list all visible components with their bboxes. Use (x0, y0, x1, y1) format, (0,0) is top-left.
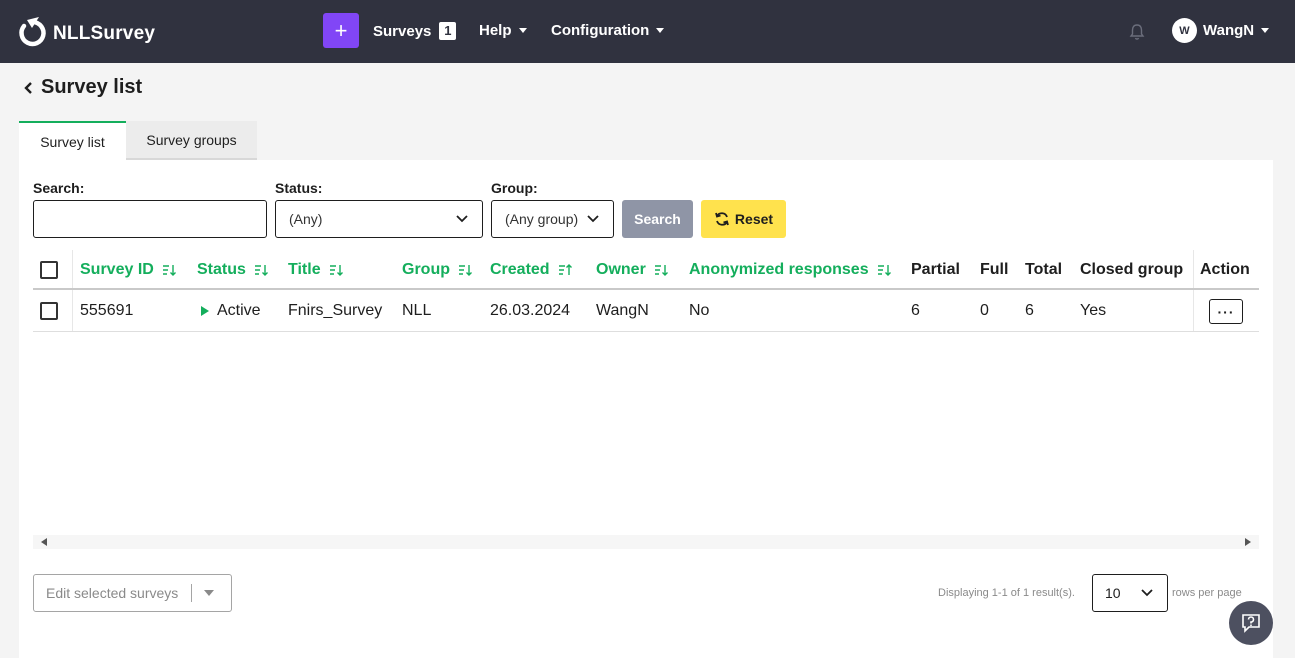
cell-owner: WangN (596, 302, 649, 319)
sort-ascending-icon (558, 264, 572, 275)
column-header-total: Total (1025, 261, 1063, 278)
column-header-partial: Partial (911, 261, 960, 278)
add-survey-button[interactable]: + (323, 13, 359, 48)
brand-name: NLLSurvey (53, 23, 156, 44)
surveys-menu[interactable]: Surveys 1 (373, 22, 457, 40)
status-label: Status: (275, 180, 323, 196)
mass-action-label: Edit selected surveys (46, 585, 179, 601)
column-header-closed-group: Closed group (1080, 261, 1184, 278)
search-label: Search: (33, 180, 85, 196)
divider (191, 584, 192, 602)
logo-icon (19, 17, 46, 47)
user-name: WangN (1203, 22, 1255, 39)
cell-created: 26.03.2024 (490, 302, 571, 319)
top-navbar: NLLSurvey + Surveys 1 Help Configuration… (0, 0, 1295, 63)
chevron-down-icon (456, 215, 468, 223)
cell-title[interactable]: Fnirs_Survey (288, 302, 382, 320)
column-header-anonymized[interactable]: Anonymized responses (689, 261, 891, 279)
column-header-full: Full (980, 261, 1009, 278)
cell-group: NLL (402, 302, 432, 319)
status-select-value: (Any) (289, 211, 323, 227)
sort-icon (254, 265, 268, 276)
chevron-down-icon (587, 215, 599, 223)
sort-icon (654, 265, 668, 276)
table-header-divider (33, 288, 1259, 290)
caret-down-icon (1261, 28, 1270, 33)
column-header-label: Title (288, 261, 321, 278)
column-header-label: Group (402, 261, 450, 278)
chevron-down-icon (1141, 589, 1153, 597)
status-text: Active (217, 302, 261, 319)
column-header-status[interactable]: Status (197, 261, 268, 279)
chevron-left-icon[interactable] (23, 81, 35, 95)
cell-status: Active (201, 302, 261, 320)
scroll-right-icon[interactable] (1245, 538, 1251, 546)
caret-down-icon (518, 28, 527, 33)
help-chat-button[interactable] (1229, 601, 1273, 645)
search-input[interactable] (33, 200, 267, 238)
group-select-value: (Any group) (505, 211, 579, 227)
column-header-label: Status (197, 261, 246, 278)
column-header-survey-id[interactable]: Survey ID (80, 261, 176, 279)
tab-survey-groups[interactable]: Survey groups (126, 121, 257, 160)
user-menu[interactable]: W WangN (1172, 18, 1270, 43)
rows-per-page-label: rows per page (1172, 587, 1242, 599)
column-header-action: Action (1200, 261, 1250, 278)
table-row-divider (33, 331, 1259, 332)
column-header-created[interactable]: Created (490, 261, 572, 279)
status-select[interactable]: (Any) (275, 200, 483, 238)
group-select[interactable]: (Any group) (491, 200, 614, 238)
help-label: Help (479, 22, 512, 39)
surveys-label: Surveys (373, 22, 432, 40)
avatar: W (1172, 18, 1197, 43)
cell-full: 0 (980, 302, 989, 319)
row-action-button[interactable]: ··· (1209, 299, 1243, 324)
search-button[interactable]: Search (622, 200, 693, 238)
cell-survey-id[interactable]: 555691 (80, 302, 133, 320)
scroll-left-icon[interactable] (41, 538, 47, 546)
sort-icon (459, 265, 472, 276)
column-header-group[interactable]: Group (402, 261, 472, 279)
refresh-icon (715, 212, 729, 226)
column-header-owner[interactable]: Owner (596, 261, 668, 279)
cell-partial: 6 (911, 302, 920, 319)
cell-closed-group: Yes (1080, 302, 1107, 319)
page-size-value: 10 (1105, 585, 1121, 601)
caret-down-icon (656, 28, 665, 33)
column-divider (72, 250, 73, 332)
mass-action-dropdown[interactable]: Edit selected surveys (33, 574, 232, 612)
configuration-label: Configuration (551, 22, 650, 39)
help-menu[interactable]: Help (479, 22, 527, 39)
group-label: Group: (491, 180, 538, 196)
page-title-text: Survey list (41, 76, 143, 98)
caret-down-icon (204, 590, 214, 596)
sort-icon (329, 265, 343, 276)
tab-survey-list[interactable]: Survey list (19, 121, 126, 160)
reset-button[interactable]: Reset (701, 200, 786, 238)
surveys-count-badge: 1 (439, 22, 457, 40)
column-header-title[interactable]: Title (288, 261, 343, 279)
column-header-label: Owner (596, 261, 646, 278)
cell-total: 6 (1025, 302, 1034, 319)
reset-label: Reset (734, 211, 774, 227)
column-header-label: Survey ID (80, 261, 154, 278)
row-checkbox[interactable] (40, 302, 58, 320)
sort-icon (162, 265, 176, 276)
action-column-divider (1193, 250, 1194, 332)
play-icon (201, 306, 209, 316)
question-bubble-icon (1242, 614, 1260, 633)
brand[interactable]: NLLSurvey (17, 14, 155, 48)
column-header-label: Created (490, 261, 550, 278)
horizontal-scrollbar[interactable] (33, 535, 1259, 549)
column-header-label: Anonymized responses (689, 261, 869, 278)
bell-icon[interactable] (1129, 23, 1145, 41)
cell-anonymized: No (689, 302, 710, 319)
sort-icon (877, 265, 891, 276)
page-size-select[interactable]: 10 (1092, 574, 1168, 612)
results-summary: Displaying 1-1 of 1 result(s). (938, 587, 1075, 599)
configuration-menu[interactable]: Configuration (551, 22, 665, 39)
page-title: Survey list (23, 76, 142, 99)
select-all-checkbox[interactable] (40, 261, 58, 279)
